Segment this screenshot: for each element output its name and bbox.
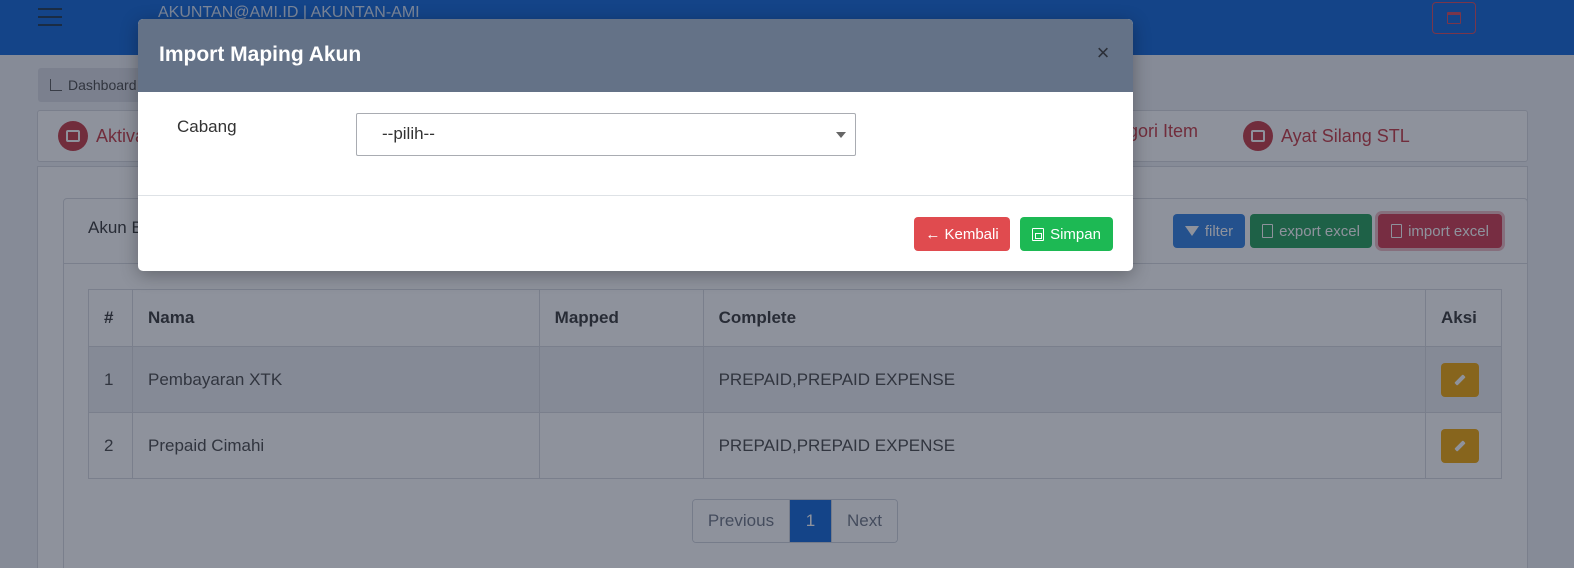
modal-divider [138, 195, 1133, 196]
select-value: --pilih-- [382, 124, 435, 143]
cabang-label: Cabang [177, 117, 237, 136]
simpan-label: Simpan [1050, 225, 1101, 243]
import-mapping-modal: Import Maping Akun × Cabang --pilih-- ← … [138, 19, 1133, 271]
kembali-button[interactable]: ← Kembali [914, 217, 1010, 251]
simpan-button[interactable]: Simpan [1020, 217, 1113, 251]
chevron-down-icon [836, 132, 846, 138]
close-icon[interactable]: × [1091, 41, 1115, 65]
kembali-label: ← Kembali [925, 225, 999, 243]
cabang-select[interactable]: --pilih-- [356, 113, 856, 156]
modal-title: Import Maping Akun [159, 43, 362, 66]
save-icon [1032, 227, 1045, 241]
modal-header: Import Maping Akun × [138, 19, 1133, 92]
